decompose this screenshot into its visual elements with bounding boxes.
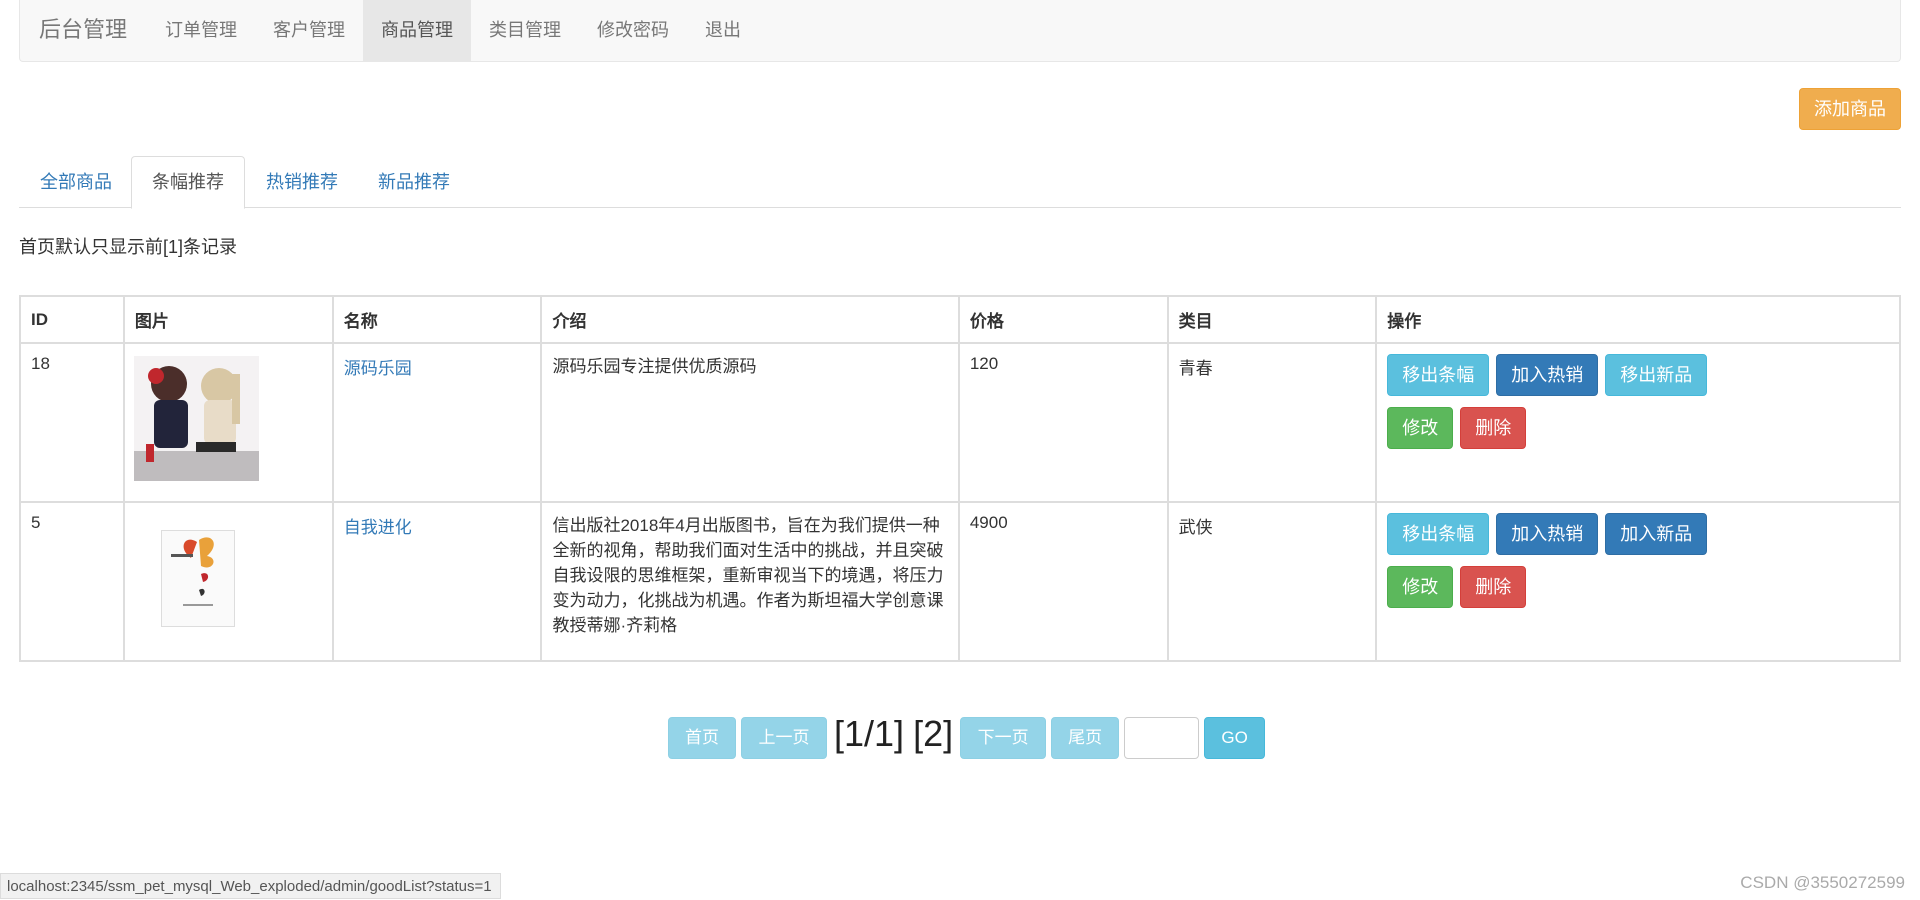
record-notice: 首页默认只显示前[1]条记录 [19,237,238,257]
cell-name: 自我进化 [331,501,543,662]
top-navbar: 后台管理 订单管理 客户管理 商品管理 类目管理 修改密码 退出 [19,0,1901,62]
nav-orders[interactable]: 订单管理 [147,0,255,61]
header-price: 价格 [957,295,1169,344]
add-goods-button[interactable]: 添加商品 [1799,88,1901,130]
add-hot-button[interactable]: 加入热销 [1496,354,1599,396]
cell-intro: 源码乐园专注提供优质源码 [540,342,960,503]
next-page-button[interactable]: 下一页 [960,717,1047,759]
remove-banner-button[interactable]: 移出条幅 [1387,513,1490,555]
product-image[interactable] [160,530,235,627]
last-page-button[interactable]: 尾页 [1051,717,1120,759]
cell-price: 120 [957,342,1169,503]
pagination: 首页 上一页 [1/1] [2] 下一页 尾页 GO [668,713,1266,759]
remove-new-button[interactable]: 移出新品 [1605,354,1708,396]
watermark: CSDN @3550272599 [1740,873,1905,892]
cell-name: 源码乐园 [331,342,543,503]
header-id: ID [19,295,125,344]
cell-actions: 移出条幅 加入热销 加入新品 修改 删除 [1375,501,1901,662]
page-number-input[interactable] [1124,717,1200,759]
navbar-brand[interactable]: 后台管理 [20,0,147,61]
product-name-link[interactable]: 源码乐园 [344,359,412,378]
cell-category: 武侠 [1166,501,1378,662]
edit-button[interactable]: 修改 [1387,407,1454,449]
first-page-button[interactable]: 首页 [668,717,736,759]
table-header-row: ID 图片 名称 介绍 价格 类目 操作 [19,295,1901,344]
nav-customers[interactable]: 客户管理 [255,0,363,61]
prev-page-button[interactable]: 上一页 [741,717,827,759]
header-image: 图片 [122,295,334,344]
go-button[interactable]: GO [1204,717,1266,759]
header-name: 名称 [331,295,543,344]
cell-category: 青春 [1166,342,1378,503]
tab-new-recommend[interactable]: 新品推荐 [357,156,471,208]
product-name-link[interactable]: 自我进化 [344,518,412,537]
header-category: 类目 [1166,295,1378,344]
nav-categories[interactable]: 类目管理 [471,0,579,61]
nav-goods[interactable]: 商品管理 [363,0,472,61]
cell-id: 18 [19,342,125,503]
tab-banner-recommend[interactable]: 条幅推荐 [131,156,245,209]
cell-id: 5 [19,501,125,662]
add-new-button[interactable]: 加入新品 [1605,513,1708,555]
status-bar-url: localhost:2345/ssm_pet_mysql_Web_explode… [0,873,501,899]
cell-intro: 信出版社2018年4月出版图书，旨在为我们提供一种全新的视角，帮助我们面对生活中… [540,501,960,662]
tab-hot-recommend[interactable]: 热销推荐 [245,156,359,208]
cell-actions: 移出条幅 加入热销 移出新品 修改 删除 [1375,342,1901,503]
remove-banner-button[interactable]: 移出条幅 [1387,354,1490,396]
cell-image [122,342,334,503]
edit-button[interactable]: 修改 [1387,566,1454,608]
product-image[interactable] [133,356,259,481]
page-number-link[interactable]: [2] [913,713,953,755]
goods-tabs: 全部商品 条幅推荐 热销推荐 新品推荐 [19,156,1901,209]
delete-button[interactable]: 删除 [1460,566,1527,608]
tab-all-goods[interactable]: 全部商品 [19,156,133,208]
header-intro: 介绍 [540,295,960,344]
nav-logout[interactable]: 退出 [687,0,759,61]
header-actions: 操作 [1375,295,1901,344]
cell-price: 4900 [957,501,1169,662]
table-row: 18 源码乐园 源码乐园专注提供优质源码 120 青春 移出条幅 加入热销 移出… [19,342,1901,503]
table-row: 5 自我进化 信出版社2018年4月出版图书，旨在为我们提供一种全新的视角，帮助… [19,501,1901,662]
goods-table: ID 图片 名称 介绍 价格 类目 操作 18 源码乐园 源码乐园专注提供优质源… [19,295,1901,662]
cell-image [122,501,334,662]
page-info: [1/1] [834,713,905,754]
add-hot-button[interactable]: 加入热销 [1496,513,1599,555]
nav-change-password[interactable]: 修改密码 [579,0,687,61]
delete-button[interactable]: 删除 [1460,407,1527,449]
